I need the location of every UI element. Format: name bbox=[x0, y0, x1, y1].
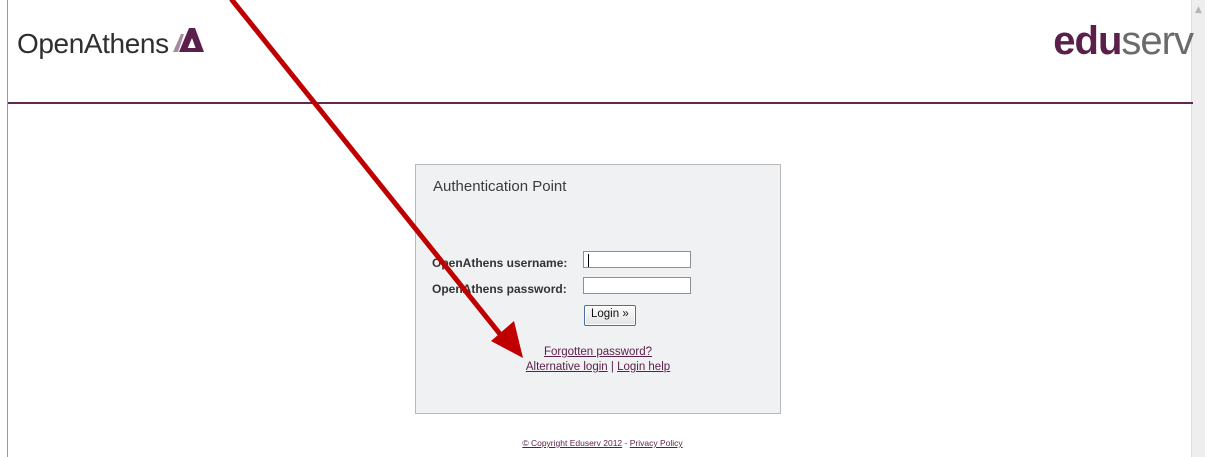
footer: © Copyright Eduserv 2012 - Privacy Polic… bbox=[0, 438, 1205, 448]
openathens-brand: OpenAthens bbox=[17, 24, 205, 64]
login-button[interactable]: Login » bbox=[584, 305, 636, 326]
username-label: OpenAthens username: bbox=[432, 256, 568, 270]
copyright-link[interactable]: © Copyright Eduserv 2012 bbox=[522, 438, 622, 448]
username-input[interactable] bbox=[583, 251, 691, 268]
brand-name: OpenAthens bbox=[17, 28, 169, 59]
text-caret bbox=[588, 254, 589, 267]
help-links: Forgotten password? Alternative login | … bbox=[416, 345, 780, 375]
eduserv-logo-serv: serv bbox=[1121, 19, 1194, 63]
panel-title: Authentication Point bbox=[433, 178, 567, 195]
password-label: OpenAthens password: bbox=[432, 282, 567, 296]
username-row: OpenAthens username: bbox=[432, 256, 567, 270]
eduserv-logo-edu: edu bbox=[1053, 19, 1122, 63]
login-panel: Authentication Point OpenAthens username… bbox=[415, 164, 781, 414]
openathens-logo-icon bbox=[171, 26, 205, 57]
login-help-link[interactable]: Login help bbox=[617, 361, 670, 373]
link-separator: | bbox=[610, 361, 614, 373]
footer-dash: - bbox=[624, 438, 628, 448]
password-input[interactable] bbox=[583, 277, 691, 294]
header: OpenAthens eduserv bbox=[8, 0, 1194, 102]
vertical-scrollbar[interactable]: ▲ bbox=[1191, 0, 1205, 457]
alternative-login-link[interactable]: Alternative login bbox=[526, 361, 608, 373]
forgotten-password-link[interactable]: Forgotten password? bbox=[544, 346, 652, 358]
eduserv-logo: eduserv bbox=[1053, 19, 1194, 64]
header-divider bbox=[8, 102, 1193, 104]
scroll-up-arrow-icon[interactable]: ▲ bbox=[1194, 6, 1203, 15]
password-row: OpenAthens password: bbox=[432, 282, 567, 296]
privacy-policy-link[interactable]: Privacy Policy bbox=[630, 438, 683, 448]
